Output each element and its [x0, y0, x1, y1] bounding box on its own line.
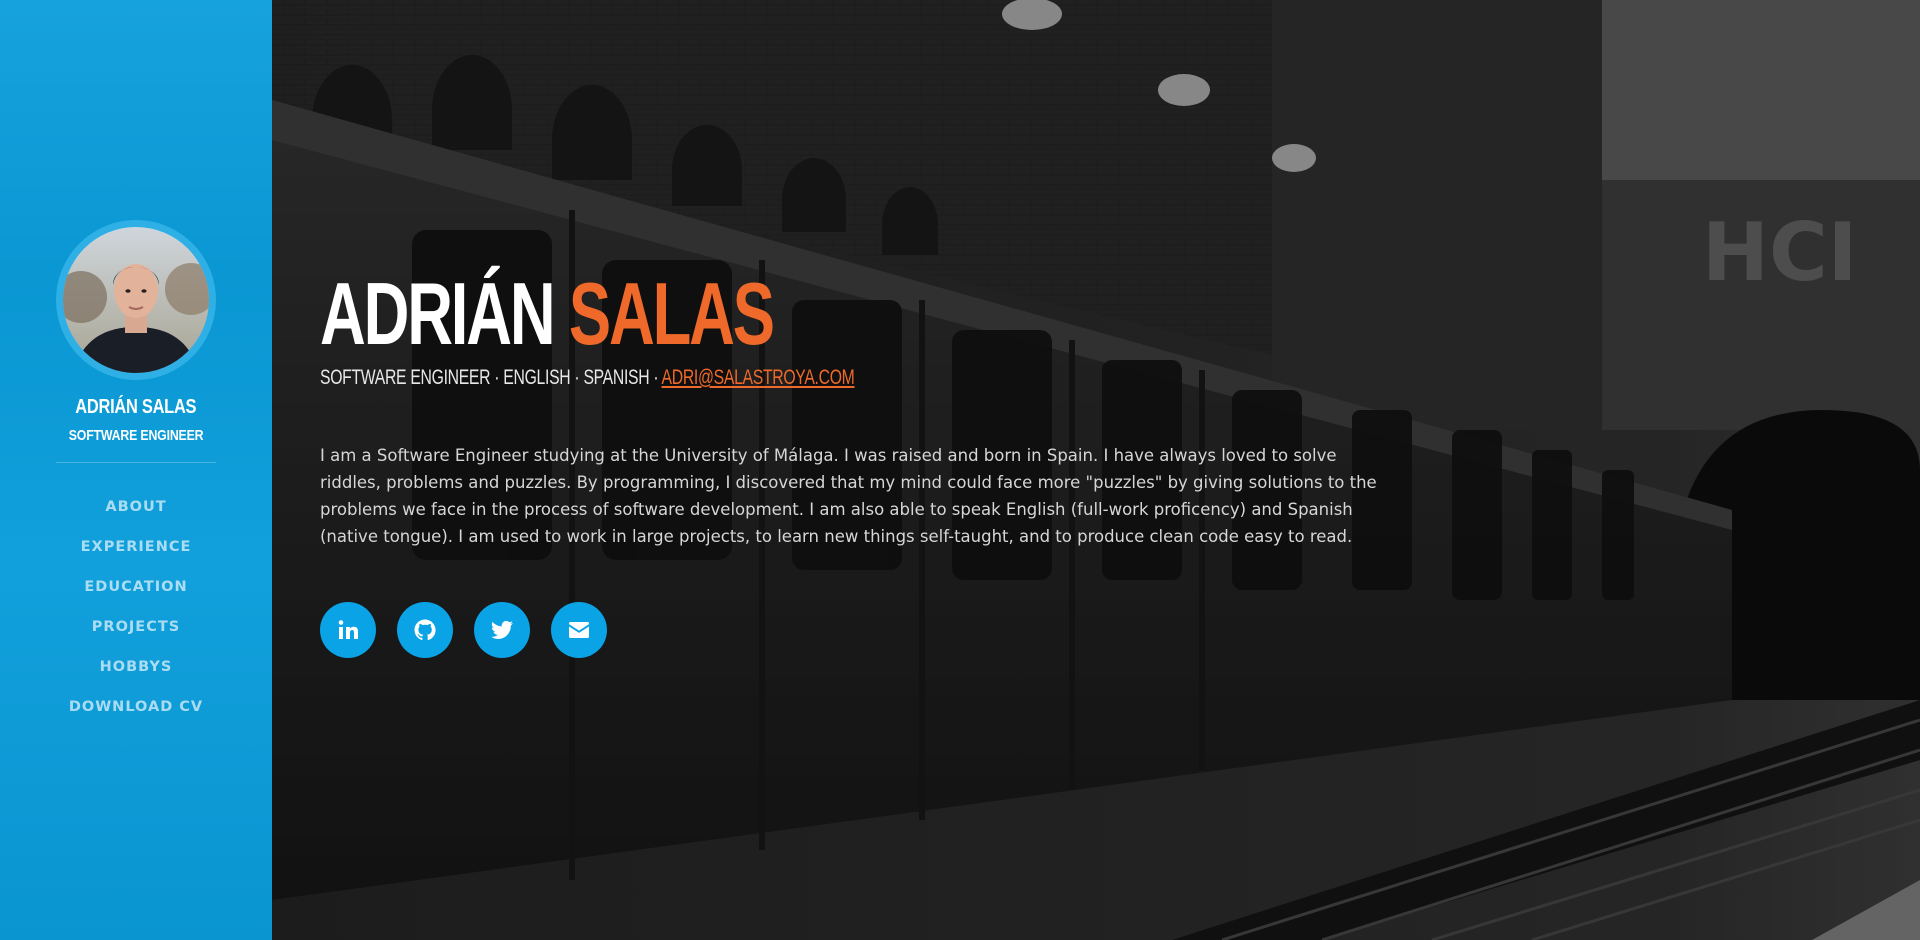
social-links — [320, 602, 1400, 658]
avatar-ring — [56, 220, 216, 380]
nav-link-download-cv[interactable]: DOWNLOAD CV — [69, 699, 203, 715]
nav-item-download-cv: DOWNLOAD CV — [69, 687, 203, 727]
github-icon — [414, 619, 436, 641]
linkedin-icon — [338, 620, 358, 639]
nav-item-experience: EXPERIENCE — [69, 527, 203, 567]
nav-item-about: ABOUT — [69, 487, 203, 527]
avatar — [63, 227, 209, 373]
about-section: ADRIÁN SALAS SOFTWARE ENGINEER · ENGLISH… — [320, 270, 1400, 658]
hero-subtitle: SOFTWARE ENGINEER · ENGLISH · SPANISH · … — [320, 366, 1130, 390]
hero-section: HCI ADRIÁN SALAS SOFTWARE ENGINEER · ENG… — [272, 0, 1920, 940]
email-button[interactable] — [551, 602, 607, 658]
email-link[interactable]: ADRI@SALASTROYA.COM — [662, 366, 855, 389]
sidebar-divider — [56, 462, 216, 463]
nav-link-projects[interactable]: PROJECTS — [92, 619, 180, 635]
nav-link-about[interactable]: ABOUT — [105, 499, 166, 515]
nav-item-projects: PROJECTS — [69, 607, 203, 647]
hero-subtitle-text: SOFTWARE ENGINEER · ENGLISH · SPANISH · — [320, 366, 662, 389]
sidebar-role: SOFTWARE ENGINEER — [68, 427, 204, 444]
github-button[interactable] — [397, 602, 453, 658]
nav-link-experience[interactable]: EXPERIENCE — [81, 539, 192, 555]
sidebar: ADRIÁN SALAS SOFTWARE ENGINEER ABOUT EXP… — [0, 0, 272, 940]
hero-first-name: ADRIÁN — [320, 264, 556, 363]
nav-link-hobbys[interactable]: HOBBYS — [100, 659, 173, 675]
about-paragraph: I am a Software Engineer studying at the… — [320, 446, 1377, 546]
nav-item-hobbys: HOBBYS — [69, 647, 203, 687]
hero-title: ADRIÁN SALAS — [320, 270, 1098, 358]
nav-link-education[interactable]: EDUCATION — [84, 579, 187, 595]
twitter-icon — [491, 620, 513, 639]
twitter-button[interactable] — [474, 602, 530, 658]
sidebar-nav: ABOUT EXPERIENCE EDUCATION PROJECTS HOBB… — [69, 487, 203, 727]
linkedin-button[interactable] — [320, 602, 376, 658]
sidebar-name: ADRIÁN SALAS — [75, 396, 197, 418]
nav-item-education: EDUCATION — [69, 567, 203, 607]
hero-last-name: SALAS — [568, 264, 775, 363]
envelope-icon — [569, 622, 589, 638]
